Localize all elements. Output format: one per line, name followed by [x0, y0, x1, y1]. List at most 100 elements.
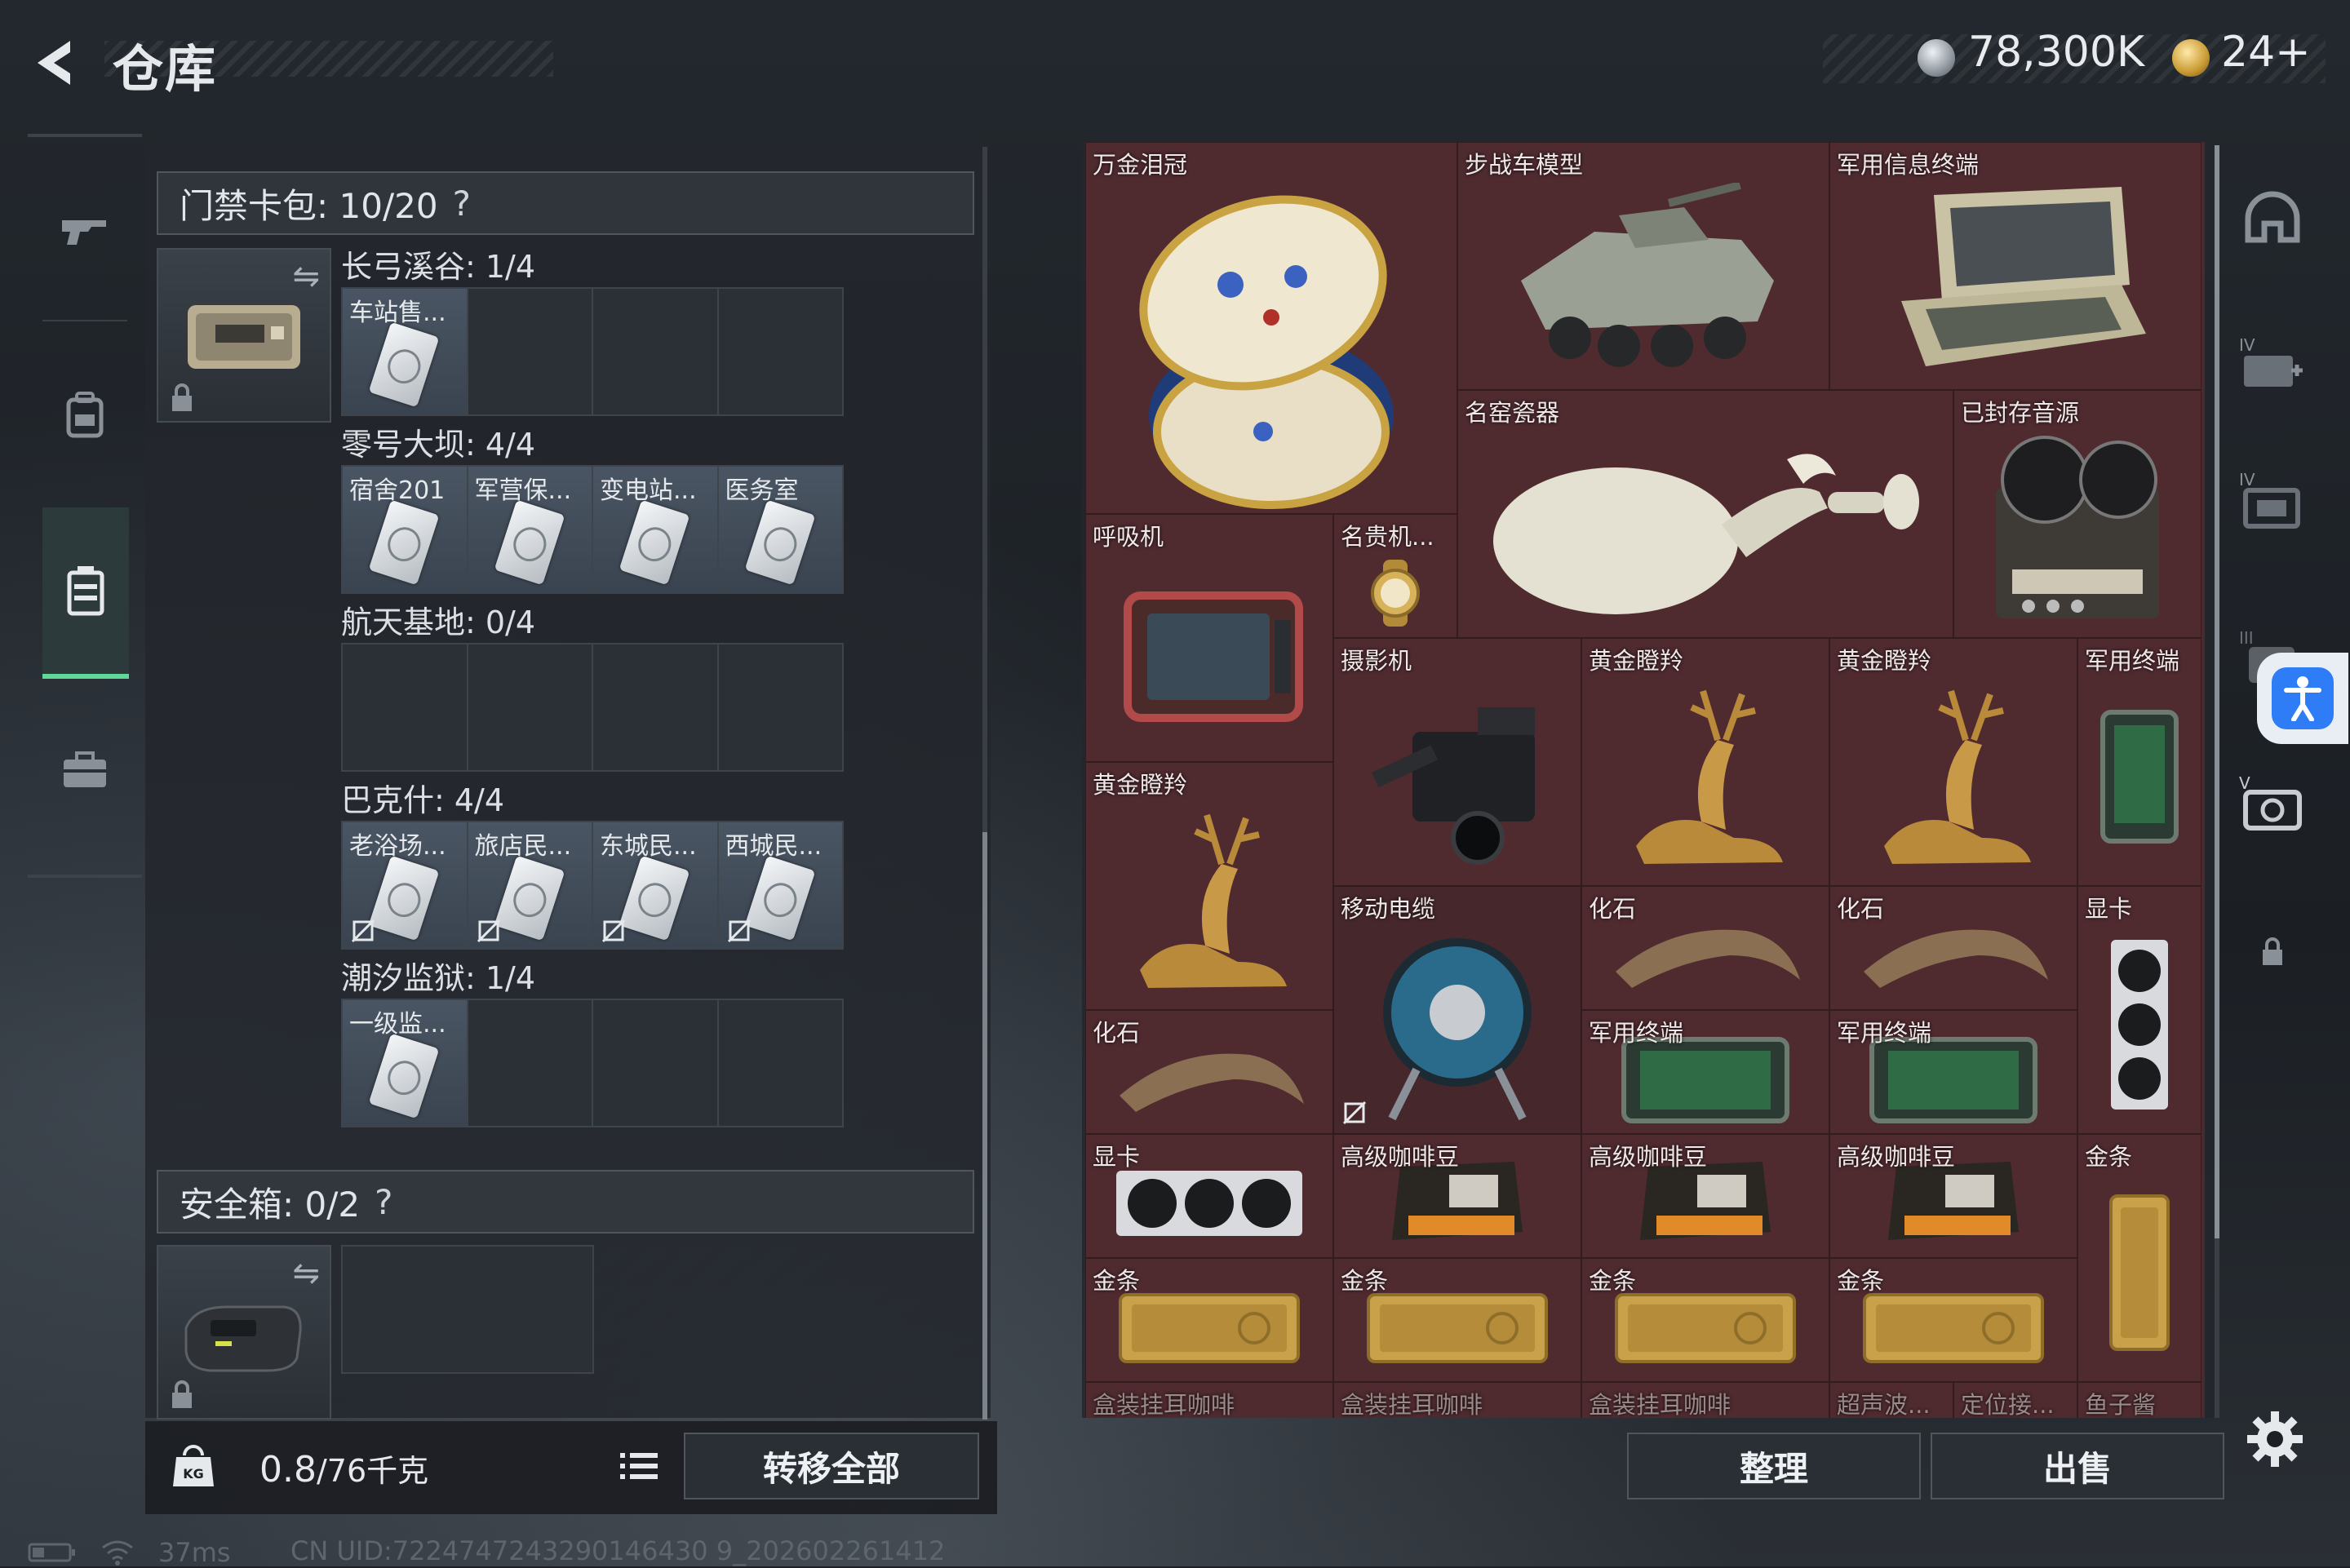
keycard-slot[interactable]: 一级监... — [343, 1000, 468, 1126]
keycard-slot-empty[interactable] — [343, 644, 468, 770]
keycard-slot-empty[interactable] — [468, 644, 593, 770]
item-name: 高级咖啡豆 — [1589, 1143, 1708, 1171]
stash-item[interactable]: 步战车模型 — [1457, 142, 1829, 390]
help-icon[interactable]: ? — [453, 184, 471, 224]
stash-item[interactable]: 金条 — [1829, 1258, 2077, 1382]
stash-item[interactable]: 移动电缆 — [1333, 886, 1581, 1134]
stash-item[interactable]: 化石 — [1829, 886, 2077, 1010]
stash-item[interactable]: 高级咖啡豆 — [1829, 1134, 2077, 1258]
item-name: 化石 — [1837, 895, 1885, 923]
stash-scrollbar-thumb[interactable] — [2215, 145, 2219, 1238]
safe-box-image — [184, 1305, 302, 1372]
stash-item[interactable]: 化石 — [1581, 886, 1829, 1010]
stash-item[interactable]: 盒装挂耳咖啡 — [1333, 1382, 1581, 1418]
safe-box-slot[interactable]: ⇋ — [157, 1245, 331, 1420]
keycard-slot-empty[interactable] — [468, 289, 593, 414]
keycard-image — [744, 499, 815, 586]
keycard-slot[interactable]: 宿舍201 — [343, 467, 468, 592]
stash-item[interactable]: 黄金瞪羚 — [1581, 638, 1829, 886]
stash-item[interactable]: 超声波... — [1829, 1382, 1953, 1418]
keycard-pack-slot[interactable]: ⇋ — [157, 248, 331, 423]
stash-item[interactable]: 名贵机... — [1333, 514, 1457, 638]
weight-value: 0.8 — [259, 1449, 317, 1490]
camera-item-icon[interactable]: V — [2236, 765, 2309, 839]
keycard-slot[interactable]: 老浴场... — [343, 822, 468, 948]
stash-item[interactable]: 金条 — [1333, 1258, 1581, 1382]
stash-item[interactable]: 金条 — [1085, 1258, 1333, 1382]
sort-button[interactable]: 整理 — [1627, 1433, 1921, 1499]
ammo-box-icon[interactable]: IV — [2236, 462, 2309, 535]
keycard-slot[interactable]: 车站售... — [343, 289, 468, 414]
stash-item[interactable]: 金条 — [2077, 1134, 2201, 1382]
stash-item[interactable]: 名窑瓷器 — [1457, 390, 1953, 638]
keycard-slot[interactable]: 军营保... — [468, 467, 593, 592]
currency-secondary[interactable]: 24+ — [2221, 28, 2311, 77]
stash-item[interactable]: 黄金瞪羚 — [1085, 762, 1333, 1010]
swap-icon[interactable]: ⇋ — [292, 258, 320, 295]
backpack-icon[interactable] — [42, 372, 127, 457]
item-name: 军用信息终端 — [1837, 151, 1980, 179]
stash-item[interactable]: 万金泪冠 — [1085, 142, 1457, 514]
keycard-slot-empty[interactable] — [593, 289, 719, 414]
item-name: 金条 — [1341, 1267, 1389, 1295]
back-arrow-icon[interactable] — [28, 34, 85, 91]
keycard-slot-empty[interactable] — [593, 1000, 719, 1126]
keycard-slot-empty[interactable] — [593, 644, 719, 770]
transfer-all-button[interactable]: 转移全部 — [684, 1433, 979, 1499]
gold-bar-image — [1863, 1293, 2044, 1363]
keycard-slot[interactable]: 变电站... — [593, 467, 719, 592]
weapon-icon[interactable] — [42, 189, 127, 274]
keycard-slot-empty[interactable] — [719, 289, 843, 414]
item-name: 鱼子酱 — [2085, 1391, 2157, 1418]
stash-item[interactable]: 金条 — [1581, 1258, 1829, 1382]
stash-item[interactable]: 军用终端 — [2077, 638, 2201, 886]
stash-item[interactable]: 化石 — [1085, 1010, 1333, 1134]
help-icon[interactable]: ? — [375, 1182, 392, 1222]
stash-item[interactable]: 军用终端 — [1829, 1010, 2077, 1134]
claw-fossil-image — [1864, 929, 2048, 988]
item-name: 军用终端 — [1837, 1019, 1932, 1047]
keycard-row: 车站售... — [341, 287, 844, 416]
helmet-icon[interactable] — [2236, 181, 2309, 255]
briefcase-icon[interactable] — [42, 728, 127, 813]
stash-item[interactable]: 鱼子酱 — [2077, 1382, 2201, 1418]
swap-icon[interactable]: ⇋ — [292, 1255, 320, 1292]
keycard-image — [368, 1033, 440, 1119]
page-title: 仓库 — [113, 39, 218, 99]
stash-item[interactable]: 显卡 — [2077, 886, 2201, 1134]
safe-box-empty-slot[interactable] — [341, 1245, 594, 1374]
keycard-slot[interactable]: 医务室 — [718, 467, 842, 592]
stash-item[interactable]: 呼吸机 — [1085, 514, 1333, 762]
stash-item[interactable]: 军用信息终端 — [1829, 142, 2201, 390]
stash-item[interactable]: 高级咖啡豆 — [1581, 1134, 1829, 1258]
keycard-image — [619, 855, 690, 941]
stash-item[interactable]: 黄金瞪羚 — [1829, 638, 2077, 886]
keycard-slot[interactable]: 东城民... — [593, 822, 719, 948]
keycard-slot[interactable]: 旅店民... — [468, 822, 593, 948]
stash-item[interactable]: 高级咖啡豆 — [1333, 1134, 1581, 1258]
stash-item[interactable]: 显卡 — [1085, 1134, 1333, 1258]
settings-gear-icon[interactable] — [2246, 1410, 2304, 1468]
stash-item[interactable]: 摄影机 — [1333, 638, 1581, 886]
list-icon[interactable] — [614, 1437, 664, 1495]
stash-item[interactable]: 定位接... — [1953, 1382, 2077, 1418]
stash-item[interactable]: 盒装挂耳咖啡 — [1085, 1382, 1333, 1418]
keycard-slot[interactable]: 西城民... — [718, 822, 842, 948]
weight-icon-label: KG — [183, 1466, 204, 1482]
item-name: 显卡 — [1093, 1143, 1141, 1171]
stash-item[interactable]: 军用终端 — [1581, 1010, 1829, 1134]
container-icon[interactable] — [42, 507, 129, 679]
left-scrollbar-thumb[interactable] — [982, 832, 987, 1420]
sell-button[interactable]: 出售 — [1931, 1433, 2224, 1499]
stash-item[interactable]: 已封存音源 — [1953, 390, 2201, 638]
keycard-slot-empty[interactable] — [719, 644, 843, 770]
medkit-level-icon[interactable]: IV — [2236, 325, 2309, 398]
stash-item[interactable]: 盒装挂耳咖啡 — [1581, 1382, 1829, 1418]
accessibility-button[interactable] — [2257, 653, 2348, 744]
item-name: 高级咖啡豆 — [1837, 1143, 1956, 1171]
keycard-slot-empty[interactable] — [719, 1000, 843, 1126]
rugged-terminal-image — [1901, 187, 2146, 367]
weight-readout: 0.8/76千克 — [259, 1446, 428, 1490]
keycard-slot-empty[interactable] — [468, 1000, 593, 1126]
keycard-name: 宿舍201 — [349, 476, 446, 505]
